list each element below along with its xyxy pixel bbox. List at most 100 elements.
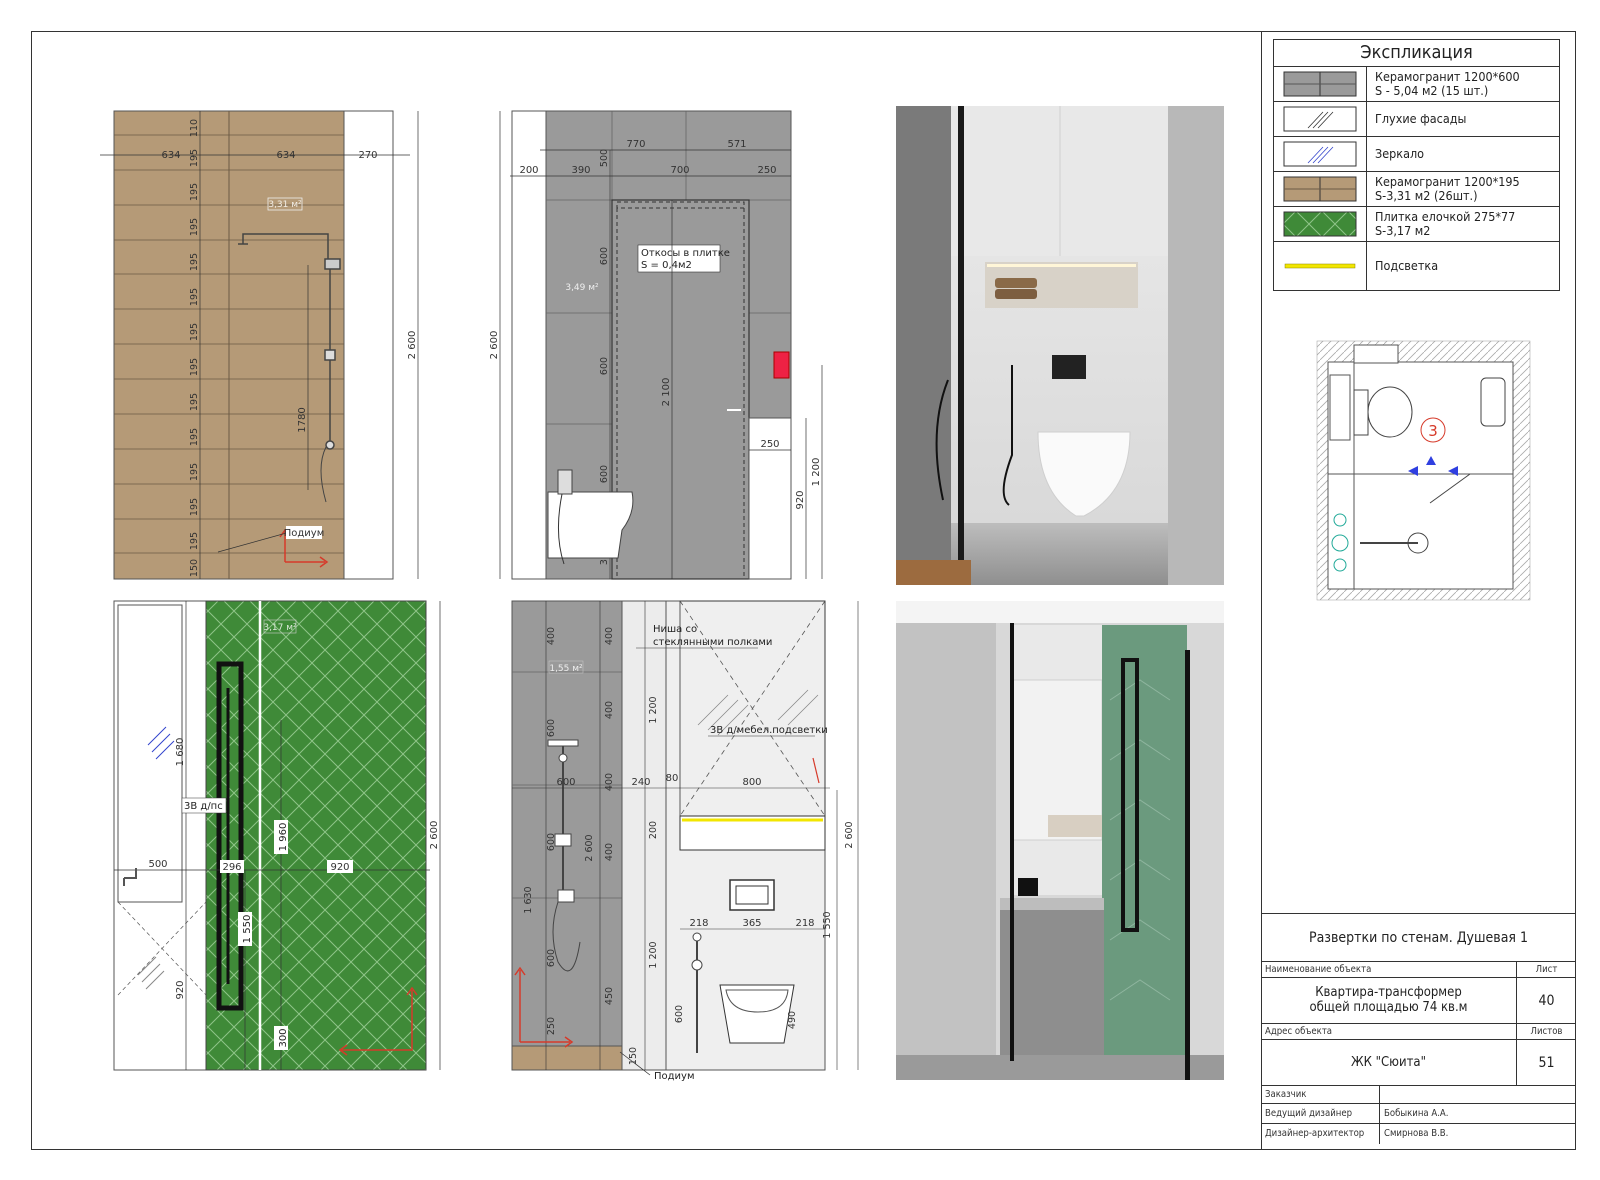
elevation-4: Ниша со стеклянными полками 1,55 м² 3В д… [511, 600, 859, 1082]
e1-podium: Подиум [284, 528, 325, 539]
e1-area: 3,31 м² [268, 200, 302, 210]
e1-height: 2 600 [407, 331, 418, 360]
svg-text:195: 195 [189, 218, 200, 236]
yellow-line-swatch [1274, 242, 1367, 290]
gray-tile-swatch [1274, 67, 1367, 101]
e2-area: 3,49 м² [565, 283, 599, 293]
e4-niche-2: стеклянными полками [653, 637, 772, 648]
floor-plan: 3 [1316, 340, 1531, 601]
e4-w218a: 218 [689, 918, 708, 929]
customer-label: Заказчик [1265, 1089, 1307, 1100]
legend-label-1a: Керамогранит 1200*600 [1375, 69, 1520, 84]
e4-v400d: 400 [604, 773, 615, 791]
legend-label-6: Подсветка [1375, 258, 1439, 273]
elevation-1: 634 634 270 110 195 195 195 195 195 195 … [100, 110, 419, 580]
e4-v400a: 400 [546, 627, 557, 645]
legend-item: Керамогранит 1200*600 S - 5,04 м2 (15 шт.… [1274, 67, 1559, 102]
lead-designer-value: Бобыкина А.А. [1379, 1104, 1448, 1123]
e4-v2600: 2 600 [584, 834, 595, 861]
e2-note-2: S = 0,4м2 [641, 260, 692, 271]
e4-podium: Подиум [654, 1071, 695, 1082]
e4-light-label: 3В д/мебел.подсветки [710, 725, 828, 736]
address-value: ЖК "Сюита" [1351, 1055, 1426, 1070]
title-block: Развертки по стенам. Душевая 1 Наименова… [1261, 913, 1576, 1151]
e2-door-h: 2 100 [661, 378, 672, 407]
lead-designer-label: Ведущий дизайнер [1265, 1108, 1353, 1119]
e4-area: 1,55 м² [549, 664, 583, 674]
sheet-title: Развертки по стенам. Душевая 1 [1308, 930, 1529, 946]
e2-sink-w: 250 [760, 439, 779, 450]
e3-h1680: 1 680 [175, 738, 186, 767]
e2-w4: 250 [757, 165, 776, 176]
legend-label-3: Зеркало [1375, 146, 1425, 161]
e1-w3: 270 [358, 150, 377, 161]
e4-w80: 80 [666, 773, 679, 784]
elevation-3: 3,17 м² 1 680 920 1 960 300 1 550 500 29… [113, 600, 441, 1071]
e2-w2: 390 [571, 165, 590, 176]
e4-v600a: 600 [546, 719, 557, 737]
e3-w296: 296 [222, 862, 241, 873]
e3-h2600: 2 600 [429, 821, 440, 850]
e3-h1550: 1 550 [242, 915, 253, 944]
e4-v450: 450 [604, 987, 615, 1005]
sheets-count: 51 [1516, 1040, 1576, 1085]
svg-text:195: 195 [189, 532, 200, 550]
e3-w920: 920 [330, 862, 349, 873]
legend-label-2: Глухие фасады [1375, 111, 1467, 126]
e3-area: 3,17 м² [263, 623, 297, 633]
e3-w500: 500 [148, 859, 167, 870]
e4-niche-1: Ниша со [653, 624, 697, 635]
plan-marker: 3 [1428, 422, 1438, 440]
svg-text:195: 195 [189, 358, 200, 376]
e4-v1200a: 1 200 [648, 696, 659, 723]
blank-facade-swatch [1274, 102, 1367, 136]
beige-tile-swatch [1274, 172, 1367, 206]
address-label: Адрес объекта [1265, 1026, 1333, 1037]
svg-text:195: 195 [189, 463, 200, 481]
e4-v490: 490 [787, 1011, 798, 1029]
legend-label-5a: Плитка елочкой 275*77 [1375, 209, 1516, 224]
e4-w600: 600 [556, 777, 575, 788]
svg-text:195: 195 [189, 428, 200, 446]
sheet-label: Лист [1516, 962, 1576, 977]
e4-v1630: 1 630 [523, 886, 534, 913]
object-line-1: Квартира-трансформер [1315, 985, 1462, 1000]
e4-w240: 240 [631, 777, 650, 788]
e4-w218b: 218 [795, 918, 814, 929]
e4-v600c: 600 [546, 949, 557, 967]
e2-h920: 920 [795, 490, 806, 509]
svg-text:195: 195 [189, 149, 200, 167]
e3-h300: 300 [278, 1028, 289, 1047]
e2-v1: 500 [599, 149, 610, 167]
e4-w800: 800 [742, 777, 761, 788]
e4-v400c: 400 [604, 701, 615, 719]
architect-label: Дизайнер-архитектор [1265, 1128, 1365, 1139]
e3-label-3v: 3В д/пс [184, 801, 223, 812]
e4-v1550: 1 550 [822, 911, 833, 938]
e4-v1200b: 1 200 [648, 941, 659, 968]
e4-v250: 250 [546, 1017, 557, 1035]
e2-w3: 700 [670, 165, 689, 176]
e3-h1960: 1 960 [278, 823, 289, 852]
svg-text:195: 195 [189, 288, 200, 306]
svg-text:195: 195 [189, 253, 200, 271]
svg-text:110: 110 [189, 119, 200, 137]
e4-v400b: 400 [604, 627, 615, 645]
e1-w1: 634 [161, 150, 180, 161]
e1-w2: 634 [276, 150, 295, 161]
e2-height: 2 600 [489, 331, 500, 360]
e4-v2600b: 2 600 [844, 821, 855, 848]
object-label: Наименование объекта [1265, 964, 1372, 975]
e3-h920: 920 [175, 980, 186, 999]
render-photo-1 [896, 106, 1224, 585]
sheet-number: 40 [1516, 978, 1576, 1023]
svg-text:195: 195 [189, 323, 200, 341]
e4-v600b: 600 [546, 833, 557, 851]
e2-top-w2: 571 [727, 139, 746, 150]
legend-table: Экспликация Керамогранит 1200*600 S - 5,0… [1273, 39, 1560, 291]
legend-label-4a: Керамогранит 1200*195 [1375, 174, 1520, 189]
e1-shower-h: 1780 [297, 407, 308, 432]
legend-item: Плитка елочкой 275*77 S-3,17 м2 [1274, 207, 1559, 242]
legend-item: Зеркало [1274, 137, 1559, 172]
legend-item: Подсветка [1274, 242, 1559, 290]
